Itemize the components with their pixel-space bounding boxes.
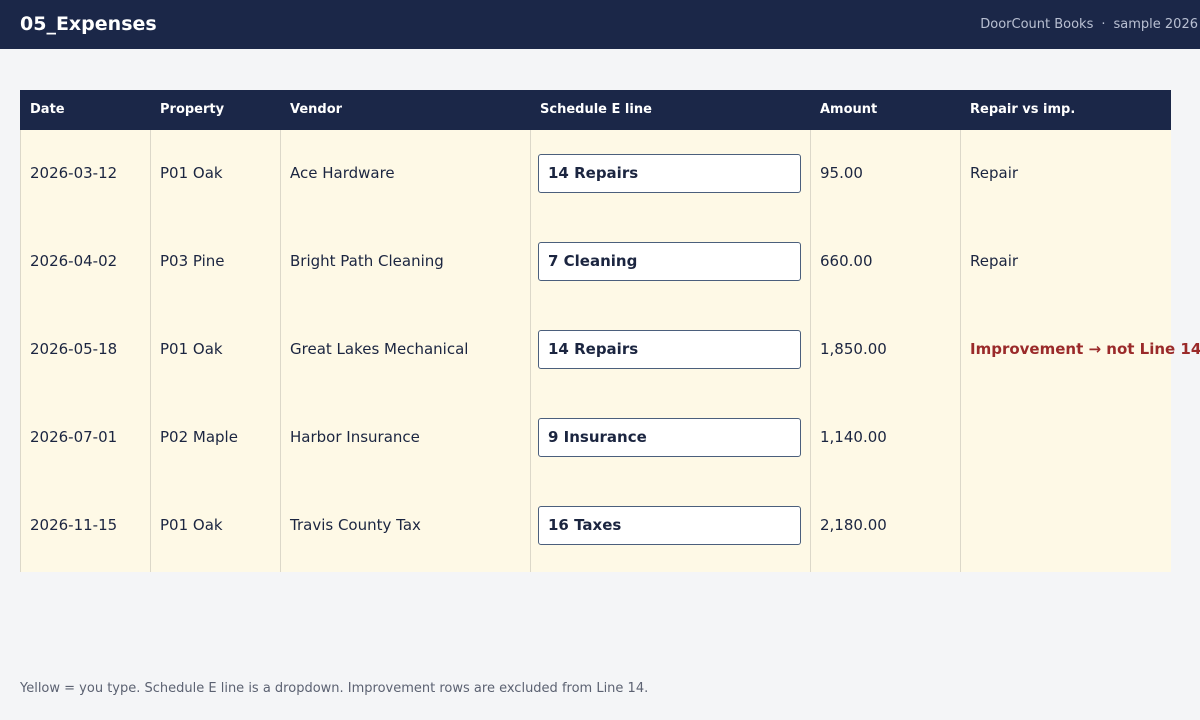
separator: · xyxy=(1101,17,1106,32)
table-body: 2026-03-12 P01 Oak Ace Hardware 14 Repai… xyxy=(20,130,1200,572)
sheet-title: 05_Expenses xyxy=(20,13,157,35)
classification-cell[interactable]: Repair xyxy=(970,252,1018,270)
vendor-cell[interactable]: Harbor Insurance xyxy=(290,428,420,446)
column-header-date[interactable]: Date xyxy=(30,102,65,117)
amount-cell[interactable]: 660.00 xyxy=(820,252,873,270)
property-cell[interactable]: P01 Oak xyxy=(160,164,223,182)
column-header-property[interactable]: Property xyxy=(160,102,224,117)
app-name: DoorCount Books xyxy=(980,17,1094,32)
property-cell[interactable]: P02 Maple xyxy=(160,428,238,446)
vendor-cell[interactable]: Travis County Tax xyxy=(290,516,421,534)
table-row: 2026-04-02 P03 Pine Bright Path Cleaning… xyxy=(20,218,1171,306)
amount-cell[interactable]: 95.00 xyxy=(820,164,863,182)
schedule-e-line-dropdown[interactable]: 16 Taxes xyxy=(538,506,801,545)
property-cell[interactable]: P01 Oak xyxy=(160,516,223,534)
dataset-label: sample 2026 xyxy=(1113,17,1198,32)
table-row: 2026-03-12 P01 Oak Ace Hardware 14 Repai… xyxy=(20,130,1171,218)
dropdown-value: 14 Repairs xyxy=(548,340,639,358)
workbook-info: DoorCount Books · sample 2026 xyxy=(980,17,1198,32)
date-cell[interactable]: 2026-11-15 xyxy=(30,516,117,534)
amount-cell[interactable]: 2,180.00 xyxy=(820,516,887,534)
column-header-schedule-e-line[interactable]: Schedule E line xyxy=(540,102,652,117)
dropdown-value: 14 Repairs xyxy=(548,164,639,182)
date-cell[interactable]: 2026-05-18 xyxy=(30,340,117,358)
date-cell[interactable]: 2026-04-02 xyxy=(30,252,117,270)
table-row: 2026-11-15 P01 Oak Travis County Tax 16 … xyxy=(20,482,1171,570)
property-cell[interactable]: P01 Oak xyxy=(160,340,223,358)
schedule-e-line-dropdown[interactable]: 7 Cleaning xyxy=(538,242,801,281)
date-cell[interactable]: 2026-07-01 xyxy=(30,428,117,446)
schedule-e-line-dropdown[interactable]: 14 Repairs xyxy=(538,330,801,369)
vendor-cell[interactable]: Great Lakes Mechanical xyxy=(290,340,468,358)
expenses-table: Date Property Vendor Schedule E line Amo… xyxy=(20,90,1200,572)
schedule-e-line-dropdown[interactable]: 14 Repairs xyxy=(538,154,801,193)
classification-cell[interactable]: Repair xyxy=(970,164,1018,182)
date-cell[interactable]: 2026-03-12 xyxy=(30,164,117,182)
amount-cell[interactable]: 1,140.00 xyxy=(820,428,887,446)
column-header-vendor[interactable]: Vendor xyxy=(290,102,342,117)
vendor-cell[interactable]: Ace Hardware xyxy=(290,164,395,182)
column-header-repair-vs-imp[interactable]: Repair vs imp. xyxy=(970,102,1075,117)
dropdown-value: 7 Cleaning xyxy=(548,252,638,270)
property-cell[interactable]: P03 Pine xyxy=(160,252,225,270)
vendor-cell[interactable]: Bright Path Cleaning xyxy=(290,252,444,270)
dropdown-value: 9 Insurance xyxy=(548,428,647,446)
amount-cell[interactable]: 1,850.00 xyxy=(820,340,887,358)
column-header-amount[interactable]: Amount xyxy=(820,102,877,117)
table-row: 2026-05-18 P01 Oak Great Lakes Mechanica… xyxy=(20,306,1200,394)
title-bar: 05_Expenses DoorCount Books · sample 2026 xyxy=(0,0,1200,49)
table-header: Date Property Vendor Schedule E line Amo… xyxy=(20,90,1171,130)
schedule-e-line-dropdown[interactable]: 9 Insurance xyxy=(538,418,801,457)
improvement-flag: Improvement → not Line 14 xyxy=(970,340,1200,358)
table-row: 2026-07-01 P02 Maple Harbor Insurance 9 … xyxy=(20,394,1171,482)
dropdown-value: 16 Taxes xyxy=(548,516,622,534)
footnote: Yellow = you type. Schedule E line is a … xyxy=(20,681,649,696)
